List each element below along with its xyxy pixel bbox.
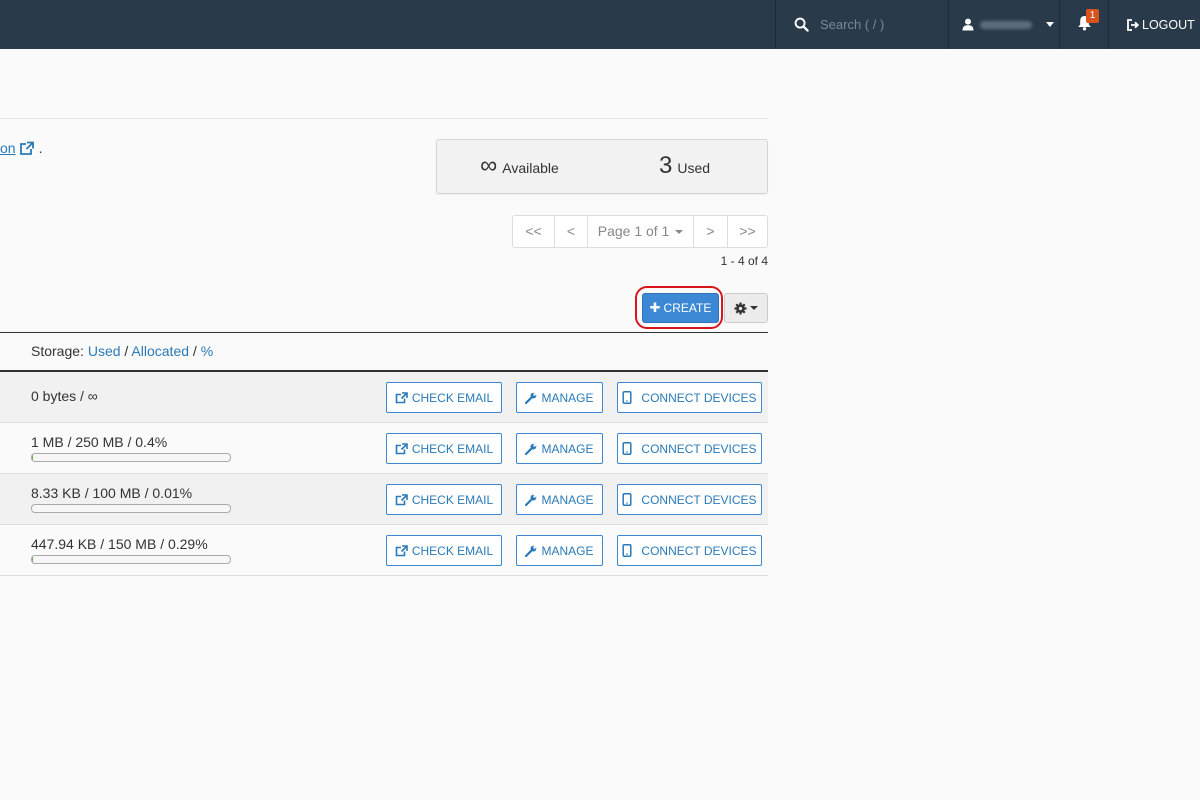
- manage-label: MANAGE: [541, 390, 594, 405]
- connect-devices-label: CONNECT DEVICES: [641, 492, 757, 507]
- results-range: 1 - 4 of 4: [720, 254, 768, 268]
- page-select-label: Page 1 of 1: [597, 223, 670, 239]
- manage-button[interactable]: MANAGE: [516, 433, 603, 464]
- connect-devices-label: CONNECT DEVICES: [641, 543, 757, 558]
- wrench-icon: [525, 494, 537, 506]
- manage-button[interactable]: MANAGE: [516, 535, 603, 566]
- header-separator: /: [192, 343, 197, 359]
- sort-by-allocated-link[interactable]: Allocated: [131, 343, 189, 359]
- mobile-phone-icon: [622, 493, 632, 506]
- storage-usage: 1 MB / 250 MB / 0.4%: [31, 434, 168, 450]
- external-link-icon: [395, 391, 408, 403]
- logout-button[interactable]: LOGOUT: [1109, 0, 1200, 49]
- storage-column-header: Storage: Used / Allocated / %: [31, 343, 213, 359]
- sort-by-percent-link[interactable]: %: [201, 343, 213, 359]
- external-link-icon: [395, 544, 408, 556]
- table-row: 0 bytes / ∞ CHECK EMAIL MANAGE CONNECT DEVI…: [0, 372, 768, 423]
- section-divider: [0, 118, 768, 119]
- manage-button[interactable]: MANAGE: [516, 382, 603, 413]
- mobile-phone-icon: [622, 391, 632, 404]
- notification-badge: 1: [1086, 9, 1099, 23]
- external-link-icon: [395, 442, 408, 454]
- manage-button[interactable]: MANAGE: [516, 484, 603, 515]
- search-icon: [794, 17, 809, 32]
- search-box[interactable]: Search ( / ): [776, 0, 948, 49]
- external-link-icon: [395, 493, 408, 505]
- user-icon: [962, 18, 974, 31]
- storage-usage: 447.94 KB / 150 MB / 0.29%: [31, 536, 208, 552]
- mobile-phone-icon: [622, 442, 632, 455]
- search-placeholder: Search ( / ): [820, 17, 885, 32]
- intro-text: on .: [0, 140, 42, 156]
- username-redacted: [980, 20, 1032, 29]
- check-email-label: CHECK EMAIL: [411, 390, 494, 405]
- connect-devices-button[interactable]: CONNECT DEVICES: [617, 484, 762, 515]
- connect-devices-button[interactable]: CONNECT DEVICES: [617, 382, 762, 413]
- used-label: Used: [677, 160, 711, 176]
- intro-period: .: [38, 140, 43, 156]
- connect-devices-label: CONNECT DEVICES: [641, 390, 757, 405]
- connect-devices-button[interactable]: CONNECT DEVICES: [617, 535, 762, 566]
- user-menu[interactable]: [949, 0, 1059, 49]
- check-email-label: CHECK EMAIL: [411, 441, 494, 456]
- chevron-down-icon: [1046, 22, 1054, 27]
- chevron-down-icon: [675, 230, 684, 235]
- check-email-button[interactable]: CHECK EMAIL: [386, 484, 502, 515]
- external-link-icon[interactable]: [19, 141, 35, 156]
- check-email-button[interactable]: CHECK EMAIL: [386, 382, 502, 413]
- table-row: 8.33 KB / 100 MB / 0.01% CHECK EMAIL MANAG…: [0, 474, 768, 525]
- storage-progress-bar: [31, 504, 231, 513]
- create-button-highlight: [635, 286, 723, 329]
- table-header-top-border: [0, 332, 768, 333]
- account-stats: ∞ Available 3 Used: [436, 139, 768, 194]
- wrench-icon: [525, 545, 537, 557]
- available-value: ∞: [480, 152, 498, 179]
- chevron-down-icon: [750, 306, 758, 310]
- gear-icon: [734, 301, 747, 315]
- connect-devices-label: CONNECT DEVICES: [641, 441, 757, 456]
- check-email-button[interactable]: CHECK EMAIL: [386, 433, 502, 464]
- manage-label: MANAGE: [541, 441, 594, 456]
- storage-progress-bar: [31, 453, 231, 462]
- storage-progress-bar: [31, 555, 231, 564]
- last-page-button[interactable]: >>: [727, 216, 767, 247]
- table-row: 447.94 KB / 150 MB / 0.29% CHECK EMAIL MAN…: [0, 525, 768, 576]
- wrench-icon: [525, 443, 537, 455]
- pagination: << < Page 1 of 1 > >>: [512, 215, 768, 248]
- wrench-icon: [525, 392, 537, 404]
- first-page-button[interactable]: <<: [513, 216, 554, 247]
- next-page-button[interactable]: >: [693, 216, 727, 247]
- header-separator: /: [124, 343, 129, 359]
- available-label: Available: [502, 160, 559, 176]
- storage-usage: 0 bytes / ∞: [31, 388, 98, 404]
- check-email-button[interactable]: CHECK EMAIL: [386, 535, 502, 566]
- logout-icon: [1127, 18, 1139, 31]
- table-row: 1 MB / 250 MB / 0.4% CHECK EMAIL MANAGE CON…: [0, 423, 768, 474]
- logout-label: LOGOUT: [1142, 17, 1195, 32]
- manage-label: MANAGE: [541, 492, 594, 507]
- mobile-phone-icon: [622, 544, 632, 557]
- manage-label: MANAGE: [541, 543, 594, 558]
- top-navbar: Search ( / ) 1 LOGOUT: [0, 0, 1200, 49]
- documentation-link[interactable]: on: [0, 140, 16, 156]
- prev-page-button[interactable]: <: [554, 216, 587, 247]
- page-select[interactable]: Page 1 of 1: [587, 216, 693, 247]
- used-stat: 3 Used: [602, 140, 767, 193]
- notifications-button[interactable]: 1: [1060, 0, 1108, 49]
- storage-header-label: Storage:: [31, 343, 84, 359]
- used-value: 3: [658, 152, 673, 179]
- storage-progress-fill: [32, 556, 33, 563]
- sort-by-used-link[interactable]: Used: [88, 343, 121, 359]
- available-stat: ∞ Available: [437, 140, 602, 193]
- storage-progress-fill: [32, 454, 33, 461]
- settings-dropdown-button[interactable]: [724, 293, 768, 323]
- connect-devices-button[interactable]: CONNECT DEVICES: [617, 433, 762, 464]
- check-email-label: CHECK EMAIL: [411, 543, 494, 558]
- storage-usage: 8.33 KB / 100 MB / 0.01%: [31, 485, 193, 501]
- check-email-label: CHECK EMAIL: [411, 492, 494, 507]
